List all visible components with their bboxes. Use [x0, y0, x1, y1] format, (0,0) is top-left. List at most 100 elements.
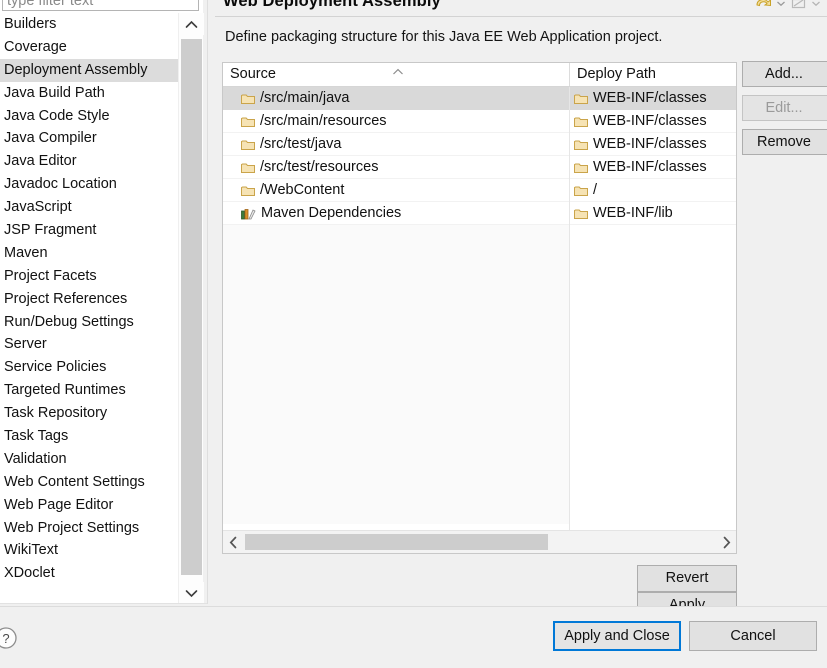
table-row[interactable]: /src/main/java WEB-INF/classes — [223, 87, 736, 110]
folder-icon — [241, 182, 255, 202]
cell-source-label: /src/test/resources — [260, 159, 379, 175]
sidebar-vertical-scrollbar[interactable] — [178, 13, 204, 604]
cell-source — [223, 455, 569, 478]
table-horizontal-scrollbar[interactable] — [223, 530, 736, 553]
table-empty-row[interactable] — [223, 294, 736, 317]
table-empty-row[interactable] — [223, 317, 736, 340]
sidebar-item-server[interactable]: Server — [0, 333, 185, 356]
table-empty-row[interactable] — [223, 225, 736, 248]
table-empty-row[interactable] — [223, 386, 736, 409]
sidebar-item-javascript[interactable]: JavaScript — [0, 196, 185, 219]
table-scroll-thumb[interactable] — [245, 534, 548, 550]
sidebar-item-deployment-assembly[interactable]: Deployment Assembly — [0, 58, 185, 82]
table-row[interactable]: /WebContent / — [223, 179, 736, 202]
chevron-down-icon[interactable] — [775, 0, 786, 12]
sidebar-item-java-code-style[interactable]: Java Code Style — [0, 105, 185, 128]
cell-deploy-path — [569, 317, 736, 340]
sidebar-item-coverage[interactable]: Coverage — [0, 36, 185, 59]
column-header-deploy-path[interactable]: Deploy Path — [569, 63, 736, 86]
sidebar-item-java-build-path[interactable]: Java Build Path — [0, 82, 185, 105]
table-empty-row[interactable] — [223, 340, 736, 363]
cell-deploy-path: / — [569, 179, 736, 202]
apply-template-icon[interactable] — [789, 0, 809, 12]
table-row[interactable]: /src/test/resources WEB-INF/classes — [223, 156, 736, 179]
table-empty-row[interactable] — [223, 501, 736, 524]
restore-defaults-icon[interactable] — [754, 0, 774, 12]
chevron-down-icon[interactable] — [810, 0, 821, 12]
cell-deploy-label: WEB-INF/classes — [593, 113, 707, 129]
cell-deploy-label: WEB-INF/classes — [593, 136, 707, 152]
sidebar-item-xdoclet[interactable]: XDoclet — [0, 562, 185, 585]
chevron-up-icon[interactable] — [179, 13, 204, 35]
cell-deploy-path — [569, 225, 736, 248]
table-empty-row[interactable] — [223, 271, 736, 294]
table-empty-row[interactable] — [223, 409, 736, 432]
apply-and-close-button[interactable]: Apply and Close — [553, 621, 681, 651]
cell-source-label: Maven Dependencies — [261, 205, 402, 221]
table-empty-row[interactable] — [223, 248, 736, 271]
cell-deploy-path — [569, 294, 736, 317]
sidebar-item-wikitext[interactable]: WikiText — [0, 539, 185, 562]
sidebar-item-validation[interactable]: Validation — [0, 448, 185, 471]
table-row[interactable]: /src/main/resources WEB-INF/classes — [223, 110, 736, 133]
dialog-button-bar: ? Apply and Close Cancel — [0, 607, 827, 668]
cell-source — [223, 248, 569, 271]
deployment-assembly-table[interactable]: Source Deploy Path /src/main/java WEB-INF… — [222, 62, 737, 554]
sidebar-item-task-repository[interactable]: Task Repository — [0, 402, 185, 425]
panel-divider — [207, 0, 208, 604]
sidebar-item-java-compiler[interactable]: Java Compiler — [0, 127, 185, 150]
preferences-tree[interactable]: Builders Coverage Deployment Assembly Java … — [0, 13, 185, 603]
table-body[interactable]: /src/main/java WEB-INF/classes/src/main/r… — [223, 87, 736, 530]
cell-source-label: /src/main/java — [260, 90, 350, 106]
sidebar-item-web-project-settings[interactable]: Web Project Settings — [0, 517, 185, 540]
add-button[interactable]: Add... — [742, 61, 827, 87]
apply-template-group[interactable] — [789, 0, 821, 12]
cell-source: /src/test/resources — [223, 156, 569, 179]
table-row[interactable]: Maven Dependencies WEB-INF/lib — [223, 202, 736, 225]
sidebar-item-targeted-runtimes[interactable]: Targeted Runtimes — [0, 379, 185, 402]
folder-icon — [574, 205, 588, 225]
restore-defaults-group[interactable] — [754, 0, 786, 12]
table-empty-row[interactable] — [223, 363, 736, 386]
chevron-left-icon[interactable] — [223, 531, 243, 553]
sidebar-item-jsp-fragment[interactable]: JSP Fragment — [0, 219, 185, 242]
sidebar-item-web-page-editor[interactable]: Web Page Editor — [0, 494, 185, 517]
cancel-button[interactable]: Cancel — [689, 621, 817, 651]
cell-deploy-path — [569, 455, 736, 478]
cell-source: /src/main/java — [223, 87, 569, 110]
table-empty-row[interactable] — [223, 455, 736, 478]
cell-source-label: /src/test/java — [260, 136, 342, 152]
table-action-buttons: Add... Edit... Remove — [742, 61, 827, 163]
sidebar-item-service-policies[interactable]: Service Policies — [0, 356, 185, 379]
cell-deploy-path — [569, 409, 736, 432]
sidebar-scroll-thumb[interactable] — [181, 39, 202, 575]
remove-button[interactable]: Remove — [742, 129, 827, 155]
chevron-right-icon[interactable] — [716, 531, 736, 553]
cell-deploy-path — [569, 340, 736, 363]
sidebar-item-java-editor[interactable]: Java Editor — [0, 150, 185, 173]
sidebar-item-task-tags[interactable]: Task Tags — [0, 425, 185, 448]
revert-button[interactable]: Revert — [637, 565, 737, 592]
cell-deploy-path: WEB-INF/classes — [569, 133, 736, 156]
help-icon[interactable]: ? — [0, 625, 19, 651]
filter-input[interactable]: type filter text — [2, 0, 199, 11]
sidebar-item-web-content-settings[interactable]: Web Content Settings — [0, 471, 185, 494]
table-empty-row[interactable] — [223, 432, 736, 455]
sidebar-item-maven[interactable]: Maven — [0, 242, 185, 265]
table-row[interactable]: /src/test/java WEB-INF/classes — [223, 133, 736, 156]
table-header: Source Deploy Path — [223, 63, 736, 87]
cell-deploy-path — [569, 271, 736, 294]
cell-deploy-path — [569, 501, 736, 524]
chevron-down-icon[interactable] — [179, 582, 204, 604]
sidebar-item-javadoc-location[interactable]: Javadoc Location — [0, 173, 185, 196]
sort-ascending-icon — [392, 65, 404, 77]
sidebar-item-project-references[interactable]: Project References — [0, 288, 185, 311]
folder-icon — [241, 159, 255, 179]
cell-deploy-path — [569, 478, 736, 501]
folder-icon — [574, 159, 588, 179]
sidebar-item-run-debug-settings[interactable]: Run/Debug Settings — [0, 311, 185, 334]
sidebar-item-project-facets[interactable]: Project Facets — [0, 265, 185, 288]
table-empty-row[interactable] — [223, 478, 736, 501]
cell-deploy-label: WEB-INF/classes — [593, 90, 707, 106]
sidebar-item-builders[interactable]: Builders — [0, 13, 185, 36]
